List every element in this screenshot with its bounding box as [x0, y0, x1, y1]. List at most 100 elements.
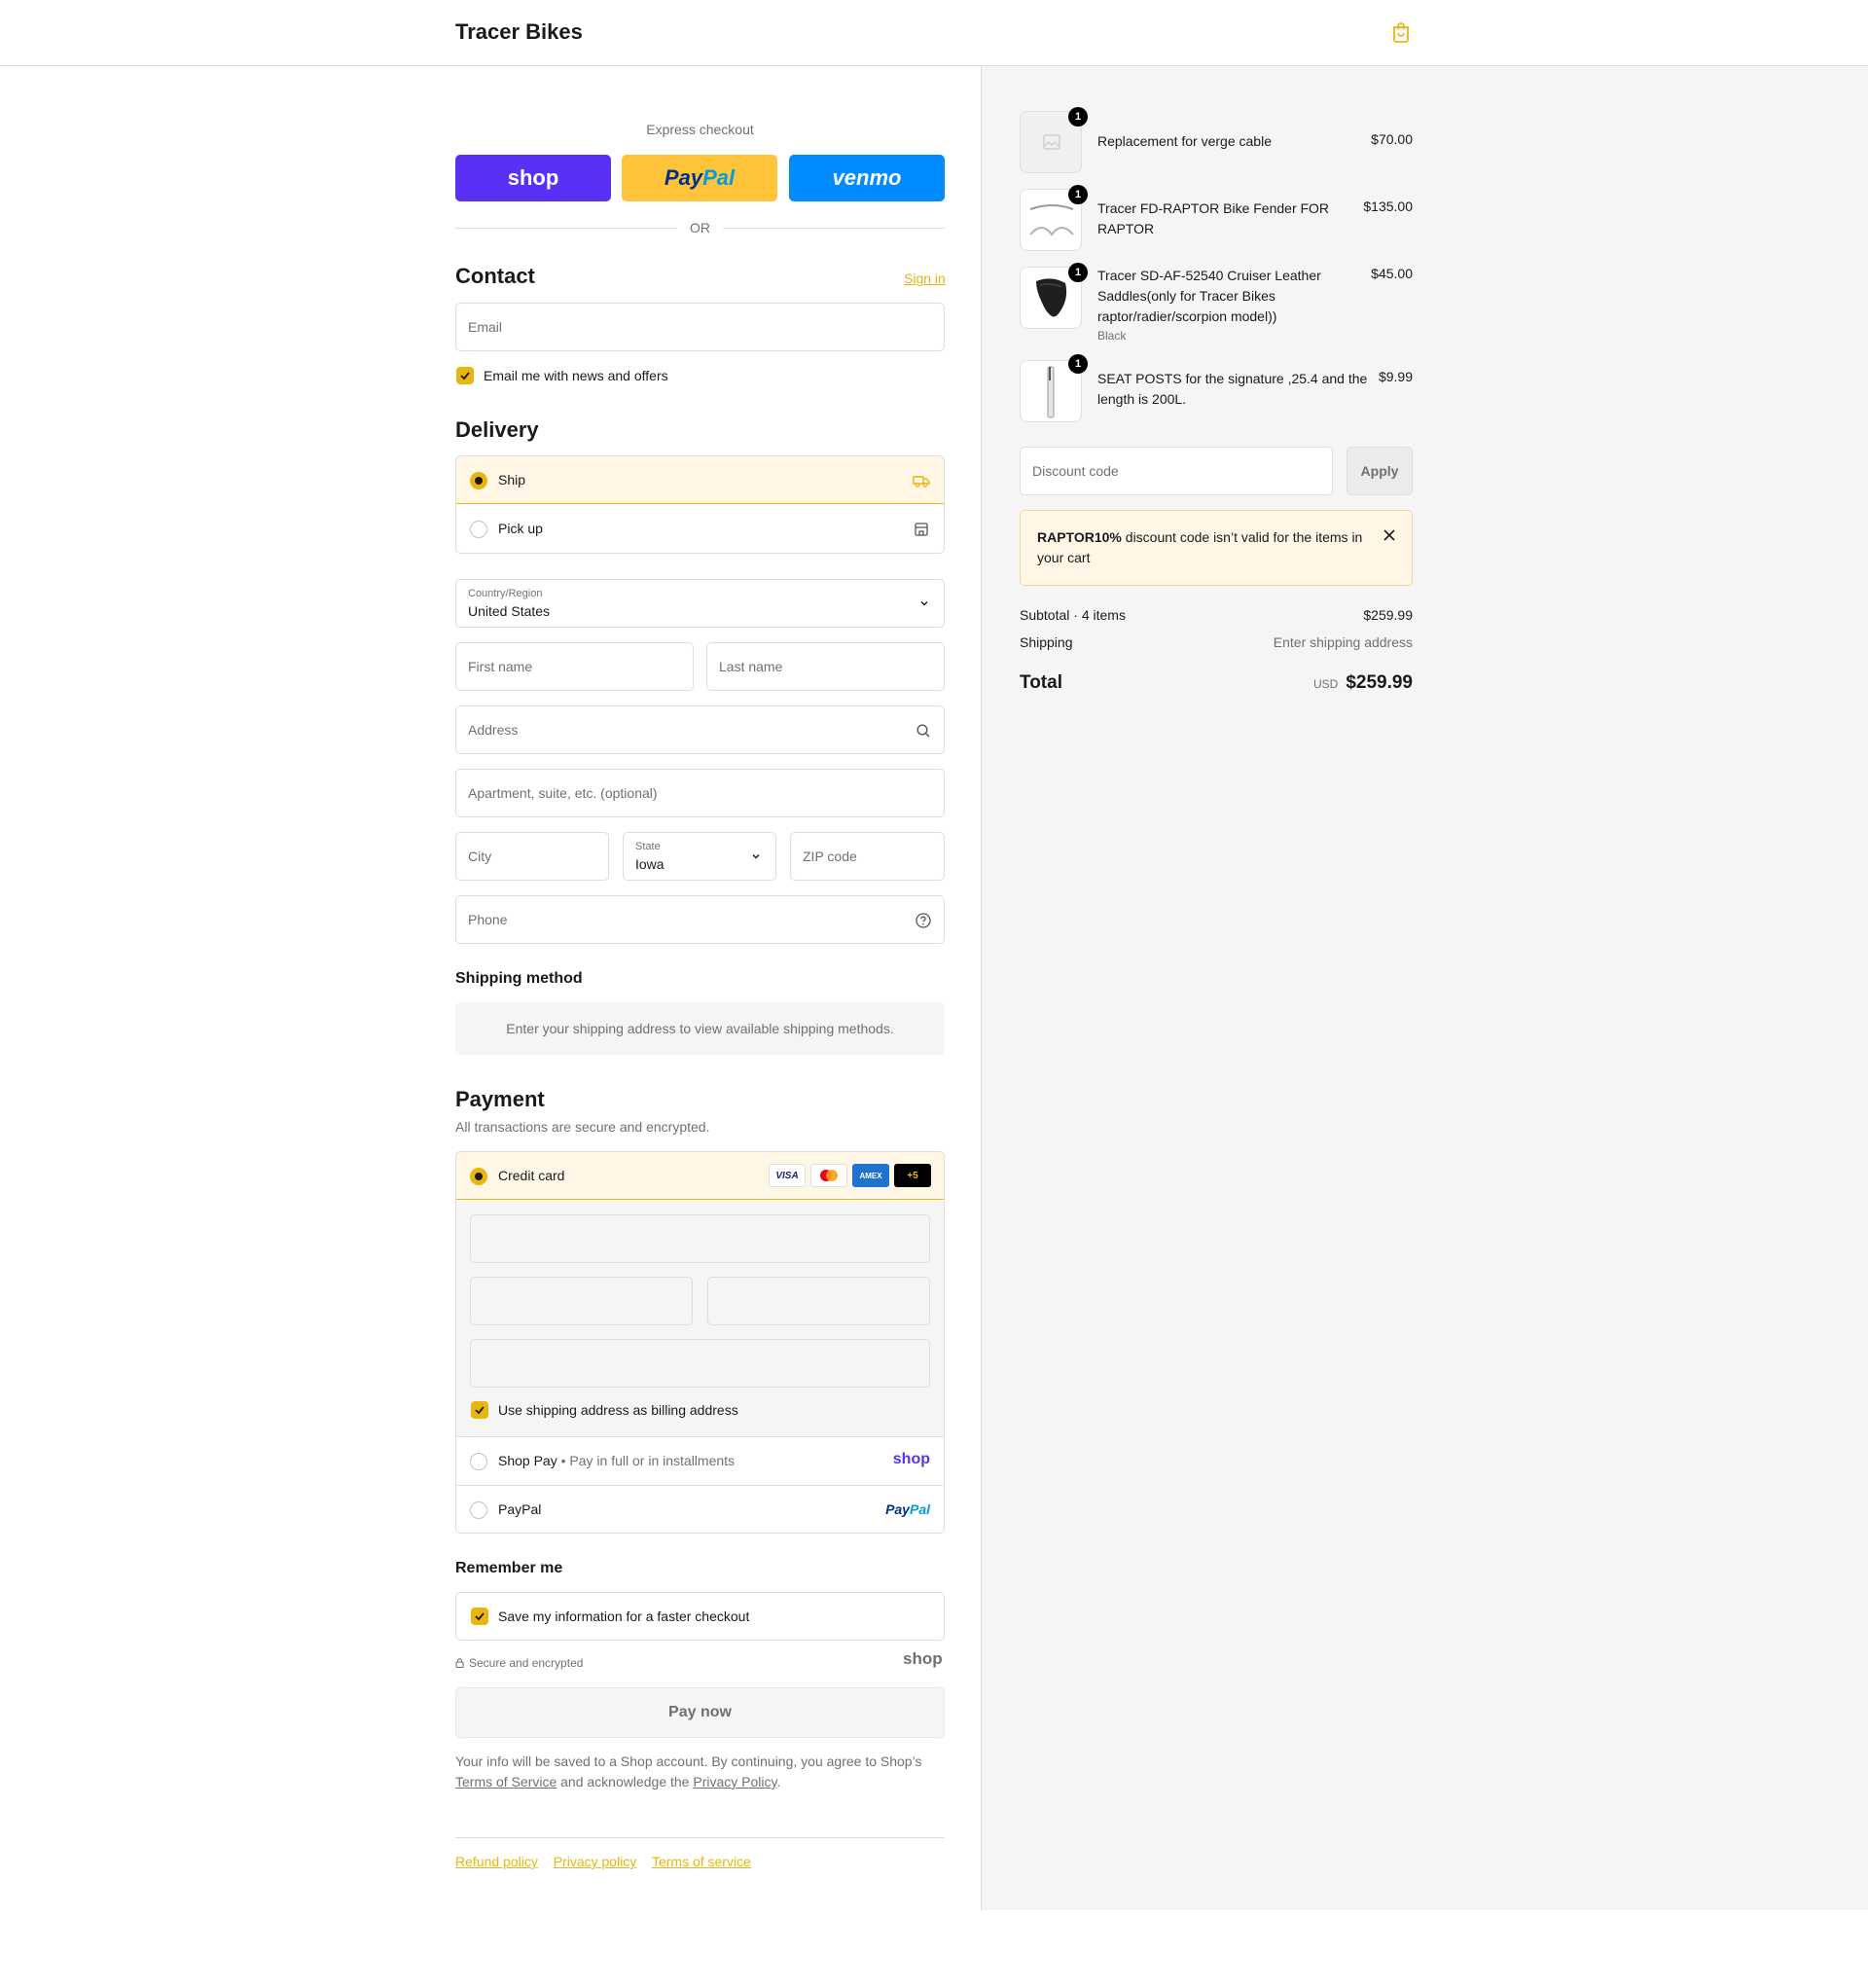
news-offers-checkbox[interactable] — [456, 367, 474, 384]
zip-field[interactable]: ZIP code — [790, 832, 945, 881]
privacy-policy-link[interactable]: Privacy policy — [554, 1854, 637, 1869]
pickup-radio[interactable] — [470, 521, 487, 538]
discount-error-message: RAPTOR10% discount code isn’t valid for … — [1037, 527, 1368, 568]
venmo-logo: venmo — [832, 165, 902, 190]
zip-placeholder: ZIP code — [803, 849, 857, 864]
news-offers-label: Email me with news and offers — [484, 368, 668, 383]
footer-divider — [455, 1837, 945, 1838]
state-value: Iowa — [635, 856, 665, 872]
ship-option[interactable]: Ship — [456, 456, 944, 504]
subtotal-label: Subtotal · 4 items — [1020, 607, 1126, 623]
header: Tracer Bikes — [0, 0, 1868, 66]
security-code-field[interactable] — [707, 1277, 930, 1325]
country-select[interactable]: Country/Region United States — [455, 579, 945, 628]
shopping-bag-icon[interactable] — [1391, 21, 1411, 43]
paypal-option[interactable]: PayPal PayPal — [456, 1486, 944, 1533]
visa-icon: VISA — [769, 1164, 806, 1187]
mastercard-icon — [810, 1164, 847, 1187]
item-price: $9.99 — [1378, 369, 1413, 384]
credit-card-label: Credit card — [498, 1168, 565, 1183]
item-name: Tracer FD-RAPTOR Bike Fender FOR RAPTOR — [1097, 200, 1330, 236]
item-name: Replacement for verge cable — [1097, 133, 1272, 149]
last-name-field[interactable]: Last name — [706, 642, 945, 691]
shop-pay-label: Shop Pay — [498, 1453, 557, 1468]
pickup-label: Pick up — [498, 521, 543, 536]
shipping-label: Shipping — [1020, 634, 1073, 650]
name-on-card-field[interactable] — [470, 1339, 930, 1388]
shop-pay-logo: shop — [892, 1451, 930, 1467]
help-icon[interactable] — [915, 912, 932, 929]
lock-icon — [455, 1658, 464, 1668]
legal-text-part: and acknowledge the — [560, 1774, 690, 1789]
save-info-label: Save my information for a faster checkou… — [498, 1608, 750, 1624]
sign-in-link[interactable]: Sign in — [904, 271, 946, 286]
item-name: Tracer SD-AF-52540 Cruiser Leather Saddl… — [1097, 268, 1321, 324]
venmo-express-button[interactable]: venmo — [789, 155, 945, 201]
legal-text: Your info will be saved to a Shop accoun… — [455, 1752, 945, 1792]
search-icon — [916, 724, 930, 738]
expiration-field[interactable] — [470, 1277, 693, 1325]
credit-card-form: Use shipping address as billing address — [456, 1201, 944, 1437]
state-label: State — [635, 841, 661, 852]
address-field[interactable]: Address — [455, 705, 945, 754]
or-label: OR — [690, 220, 710, 235]
shop-terms-link[interactable]: Terms of Service — [455, 1774, 557, 1789]
ship-radio[interactable] — [470, 472, 487, 489]
total-row: Total USD $259.99 — [1020, 672, 1413, 696]
apartment-field[interactable]: Apartment, suite, etc. (optional) — [455, 769, 945, 817]
checkmark-icon — [460, 372, 470, 380]
shop-privacy-link[interactable]: Privacy Policy — [693, 1774, 776, 1789]
currency-code: USD — [1312, 677, 1339, 691]
address-placeholder: Address — [468, 722, 519, 738]
payment-subtitle: All transactions are secure and encrypte… — [455, 1119, 710, 1135]
terms-of-service-link[interactable]: Terms of service — [652, 1854, 751, 1869]
order-summary-column — [982, 66, 1868, 1910]
billing-address-checkbox[interactable] — [471, 1401, 488, 1419]
shop-pay-option[interactable]: Shop Pay • Pay in full or in installment… — [456, 1437, 944, 1486]
discount-error-banner: RAPTOR10% discount code isn’t valid for … — [1020, 510, 1413, 586]
paypal-logo: PayPal — [885, 1501, 930, 1517]
shop-pay-radio[interactable] — [470, 1453, 487, 1470]
paypal-express-button[interactable]: PayPal — [622, 155, 777, 201]
discount-code-placeholder: Discount code — [1032, 463, 1119, 479]
total-amount: USD $259.99 — [1313, 672, 1413, 694]
shipping-value: Enter shipping address — [1273, 634, 1413, 650]
remember-me-title: Remember me — [455, 1560, 563, 1576]
email-field[interactable]: Email — [455, 303, 945, 351]
refund-policy-link[interactable]: Refund policy — [455, 1854, 538, 1869]
first-name-placeholder: First name — [468, 659, 533, 674]
shipping-method-message: Enter your shipping address to view avai… — [455, 1002, 945, 1055]
save-info-box: Save my information for a faster checkou… — [455, 1592, 945, 1641]
pickup-option[interactable]: Pick up — [456, 505, 944, 553]
shop-pay-express-button[interactable]: shop — [455, 155, 611, 201]
or-divider: OR — [455, 218, 945, 237]
discount-error-code: RAPTOR10% — [1037, 529, 1122, 545]
first-name-field[interactable]: First name — [455, 642, 694, 691]
city-placeholder: City — [468, 849, 492, 864]
pay-now-button[interactable]: Pay now — [455, 1687, 945, 1738]
store-name[interactable]: Tracer Bikes — [455, 19, 583, 45]
shop-pay-logo: shop — [507, 165, 559, 190]
shop-pay-text: Shop Pay • Pay in full or in installment… — [498, 1453, 736, 1468]
save-info-checkbox[interactable] — [471, 1608, 488, 1625]
credit-card-radio[interactable] — [470, 1168, 487, 1185]
footer-links: Refund policy Privacy policy Terms of se… — [455, 1854, 763, 1869]
ship-label: Ship — [498, 472, 526, 488]
discount-code-field[interactable]: Discount code — [1020, 447, 1333, 495]
total-value: $259.99 — [1346, 672, 1413, 693]
phone-field[interactable]: Phone — [455, 895, 945, 944]
card-number-field[interactable] — [470, 1214, 930, 1263]
shipping-row: Shipping Enter shipping address — [1020, 634, 1413, 650]
shop-logo: shop — [903, 1649, 943, 1668]
credit-card-option[interactable]: Credit card VISA AMEX +5 — [456, 1152, 944, 1200]
paypal-radio[interactable] — [470, 1501, 487, 1519]
apply-discount-button[interactable]: Apply — [1347, 447, 1413, 495]
checkmark-icon — [475, 1612, 485, 1621]
close-icon[interactable] — [1383, 528, 1396, 542]
city-field[interactable]: City — [455, 832, 609, 881]
state-select[interactable]: State Iowa — [623, 832, 776, 881]
country-value: United States — [468, 603, 551, 619]
item-price: $135.00 — [1363, 199, 1413, 214]
subtotal-value: $259.99 — [1363, 607, 1413, 623]
total-label: Total — [1020, 672, 1062, 693]
